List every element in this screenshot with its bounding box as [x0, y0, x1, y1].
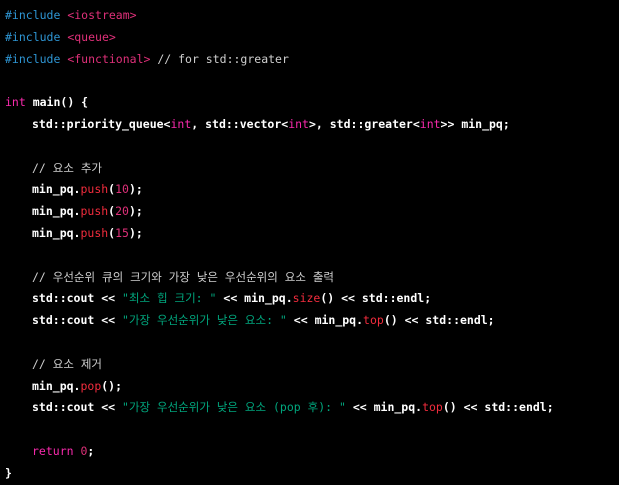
code-token: min_pq.	[32, 225, 81, 240]
code-token: // 요소 추가	[32, 160, 103, 175]
code-block[interactable]: #include <iostream> #include <queue> #incl…	[5, 5, 619, 485]
code-line: #include <queue>	[5, 27, 619, 49]
code-token: size	[292, 291, 321, 306]
code-token: std::cout <<	[32, 291, 123, 306]
code-token: <iostream>	[67, 8, 137, 22]
code-token: (	[108, 225, 116, 240]
code-token: << min_pq.	[286, 313, 364, 328]
code-token: top	[422, 400, 443, 415]
code-line: std::priority_queue< int, std::vector< int…	[5, 114, 619, 136]
code-token: ();	[101, 378, 123, 393]
code-line: min_pq. push(15);	[5, 223, 619, 245]
code-token: main() {	[25, 95, 89, 110]
code-token: <queue>	[67, 29, 116, 44]
code-token: push	[80, 182, 109, 197]
code-token: 15	[115, 225, 129, 240]
code-token: }	[5, 465, 12, 480]
code-line: return 0;	[5, 441, 619, 463]
code-token: "최소 힙 크기: "	[122, 291, 217, 306]
code-token: () << std::endl;	[320, 291, 432, 306]
code-line: #include <iostream>	[5, 5, 619, 27]
code-token: // for std::greater	[150, 51, 289, 66]
code-token: () << std::endl;	[383, 313, 495, 328]
code-token: , std::vector<	[191, 116, 289, 131]
code-line: min_pq. push(10);	[5, 179, 619, 201]
code-token: int	[288, 116, 309, 131]
code-token: () << std::endl;	[442, 400, 554, 415]
code-token: 0	[80, 443, 88, 458]
code-token: #include	[5, 8, 61, 22]
code-token: "가장 우선순위가 낮은 요소: "	[122, 313, 287, 328]
code-token: pop	[80, 378, 102, 393]
code-token: << min_pq.	[216, 291, 293, 306]
code-token: >> min_pq;	[440, 116, 510, 131]
code-token: push	[80, 225, 109, 240]
code-line: min_pq. push(20);	[5, 201, 619, 223]
code-token: min_pq.	[32, 204, 81, 219]
code-token: int	[170, 116, 192, 131]
code-line: int main() {	[5, 92, 619, 114]
code-line: // 요소 제거	[5, 354, 619, 376]
code-token: <functional>	[67, 51, 151, 66]
code-token: 20	[115, 204, 129, 219]
code-line: }	[5, 463, 619, 485]
code-token: #include	[5, 51, 61, 66]
code-line: std::cout << "가장 우선순위가 낮은 요소 (pop 후): " …	[5, 397, 619, 419]
code-token: #include	[5, 29, 61, 44]
code-token: // 우선순위 큐의 크기와 가장 낮은 우선순위의 요소 출력	[32, 269, 334, 284]
code-token: top	[363, 313, 384, 328]
code-token: std::cout <<	[32, 400, 123, 415]
code-token: );	[128, 182, 143, 197]
code-line: min_pq. pop ();	[5, 376, 619, 398]
code-token: std::cout <<	[32, 313, 123, 328]
code-token: (	[108, 182, 116, 197]
code-token: );	[128, 204, 143, 219]
code-token: std::priority_queue<	[32, 116, 171, 131]
code-token: min_pq.	[32, 378, 81, 393]
code-token: "가장 우선순위가 낮은 요소 (pop 후): "	[122, 400, 346, 415]
code-token: (	[108, 204, 116, 219]
code-line: #include <functional> // for std::greate…	[5, 49, 619, 71]
code-token: >, std::greater<	[308, 116, 420, 131]
code-line: std::cout << "최소 힙 크기: " << min_pq. size(…	[5, 288, 619, 310]
code-token: int	[419, 116, 441, 131]
code-token: );	[128, 225, 143, 240]
code-token: push	[80, 204, 109, 219]
code-token: << min_pq.	[345, 400, 423, 415]
code-line: std::cout << "가장 우선순위가 낮은 요소: " << min_p…	[5, 310, 619, 332]
code-token: ;	[87, 443, 95, 458]
code-token: min_pq.	[32, 182, 81, 197]
code-token: 10	[115, 182, 129, 197]
code-token: int	[5, 95, 26, 110]
code-token: // 요소 제거	[32, 356, 103, 371]
code-line: // 우선순위 큐의 크기와 가장 낮은 우선순위의 요소 출력	[5, 267, 619, 289]
code-token: return	[32, 443, 74, 458]
code-line: // 요소 추가	[5, 158, 619, 180]
